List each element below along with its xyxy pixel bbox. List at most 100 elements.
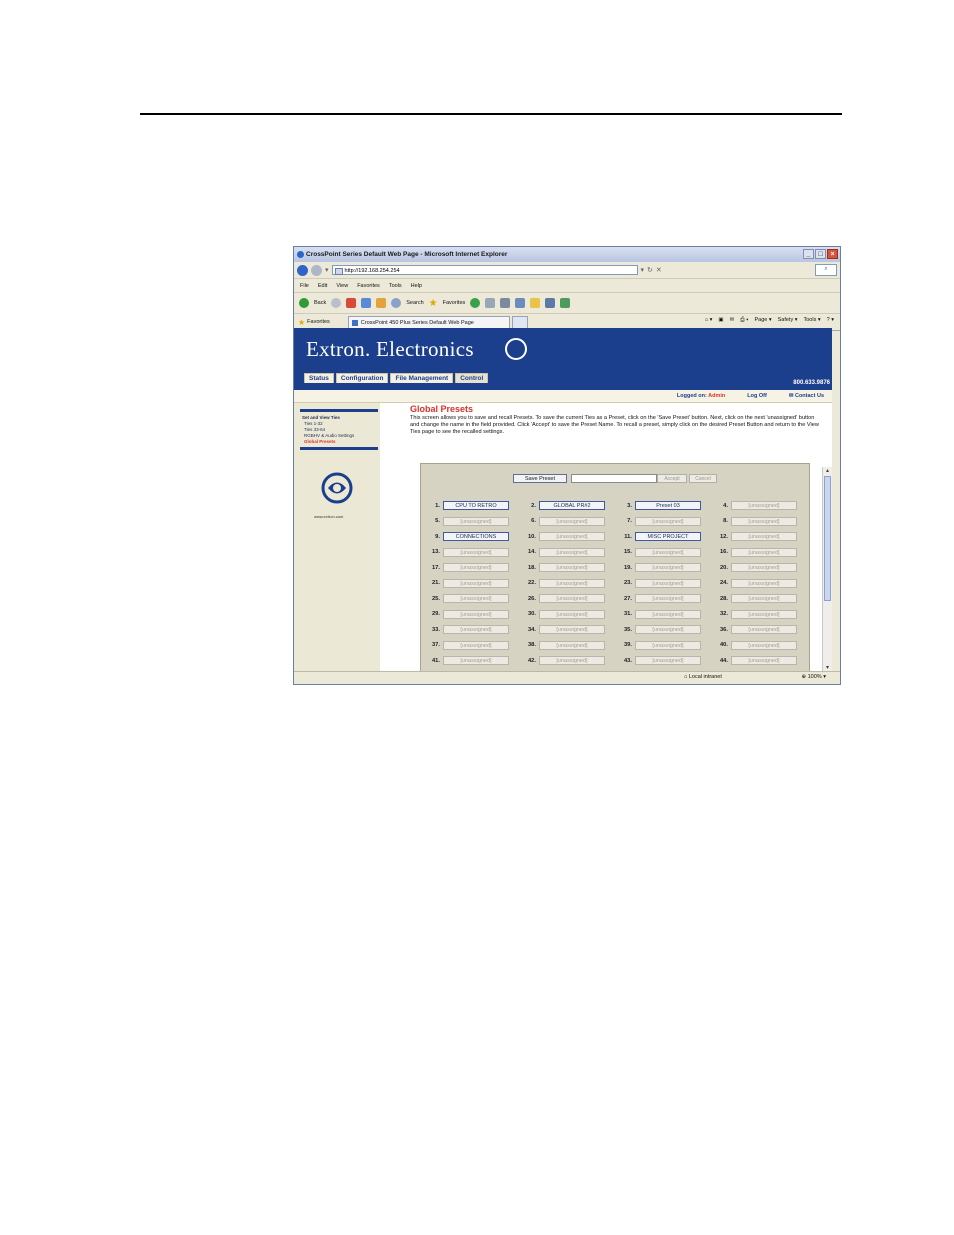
preset-button[interactable]: [unassigned] [443, 656, 509, 666]
preset-button[interactable]: [unassigned] [731, 547, 797, 557]
minimize-icon[interactable]: _ [803, 249, 814, 259]
preset-button[interactable]: [unassigned] [539, 609, 605, 619]
preset-button[interactable]: CONNECTIONS [443, 532, 509, 542]
preset-button[interactable]: Preset 03 [635, 501, 701, 511]
browser-tab[interactable]: CrossPoint 450 Plus Series Default Web P… [347, 315, 510, 329]
tab-configuration[interactable]: Configuration [335, 373, 389, 383]
preset-button[interactable]: [unassigned] [539, 656, 605, 666]
search-icon[interactable] [391, 298, 402, 308]
preset-button[interactable]: [unassigned] [731, 594, 797, 604]
preset-button[interactable]: [unassigned] [731, 640, 797, 650]
command-tools[interactable]: Tools ▾ [804, 317, 821, 324]
address-dropdown-icon[interactable]: ▾ [641, 266, 645, 274]
tab-status[interactable]: Status [304, 373, 334, 383]
tab-file-management[interactable]: File Management [390, 373, 454, 383]
preset-button[interactable]: [unassigned] [539, 516, 605, 526]
preset-button[interactable]: [unassigned] [635, 609, 701, 619]
command-safety[interactable]: Safety ▾ [778, 317, 798, 324]
scroll-up-icon[interactable]: ▴ [823, 467, 832, 475]
back-arrow-icon[interactable] [297, 264, 308, 276]
log-off-link[interactable]: Log Off [747, 393, 767, 399]
forward-arrow-icon[interactable] [311, 264, 322, 276]
zoom-level[interactable]: ⊕ 100% ▾ [801, 674, 826, 680]
home-icon[interactable] [376, 298, 387, 308]
preset-button[interactable]: [unassigned] [731, 532, 797, 542]
favorites-center-icon[interactable]: ★ [298, 318, 305, 327]
address-input[interactable]: http://192.168.254.254 [331, 265, 638, 275]
new-tab-button[interactable] [511, 315, 528, 329]
preset-button[interactable]: [unassigned] [635, 640, 701, 650]
menu-view[interactable]: View [336, 283, 348, 289]
forward-button-icon[interactable] [331, 298, 342, 308]
preset-button[interactable]: [unassigned] [731, 656, 797, 666]
preset-button[interactable]: GLOBAL PR#2 [539, 501, 605, 511]
preset-button[interactable]: [unassigned] [443, 516, 509, 526]
preset-button[interactable]: [unassigned] [731, 516, 797, 526]
mail-icon[interactable] [485, 298, 496, 308]
maximize-icon[interactable]: □ [815, 249, 826, 259]
menu-edit[interactable]: Edit [318, 283, 327, 289]
print-icon[interactable] [500, 298, 511, 308]
preset-button[interactable]: [unassigned] [635, 563, 701, 573]
preset-name-input[interactable] [571, 474, 657, 483]
search-button-label[interactable]: Search [406, 300, 423, 306]
preset-button[interactable]: [unassigned] [539, 563, 605, 573]
preset-button[interactable]: [unassigned] [635, 516, 701, 526]
preset-button[interactable]: [unassigned] [635, 578, 701, 588]
save-preset-button[interactable]: Save Preset [513, 474, 567, 483]
favorites-button-label[interactable]: Favorites [443, 300, 466, 306]
preset-button[interactable]: [unassigned] [443, 625, 509, 635]
preset-button[interactable]: [unassigned] [731, 609, 797, 619]
research-icon[interactable] [545, 298, 556, 308]
vertical-scrollbar[interactable]: ▴ ▾ [822, 467, 832, 672]
preset-button[interactable]: [unassigned] [731, 625, 797, 635]
preset-button[interactable]: [unassigned] [539, 532, 605, 542]
command-mail-icon[interactable]: ✉ [730, 317, 735, 324]
preset-button[interactable]: [unassigned] [731, 578, 797, 588]
search-input[interactable]: ⌕ [815, 264, 837, 276]
back-button-icon[interactable] [299, 298, 309, 308]
refresh-button-icon[interactable] [361, 298, 372, 308]
preset-button[interactable]: CPU TO RETRO [443, 501, 509, 511]
accept-button[interactable]: Accept [657, 474, 687, 483]
command-feeds-icon[interactable]: ▣ [718, 317, 723, 324]
cancel-button[interactable]: Cancel [689, 474, 717, 483]
menu-help[interactable]: Help [411, 283, 422, 289]
refresh-icon[interactable]: ↻ [647, 266, 653, 274]
sidebar-item-ties-33-64[interactable]: Ties 33-64 [304, 427, 325, 432]
preset-button[interactable]: [unassigned] [539, 640, 605, 650]
tab-control[interactable]: Control [455, 373, 489, 383]
command-help[interactable]: ? ▾ [827, 317, 834, 324]
preset-button[interactable]: MISC PROJECT [635, 532, 701, 542]
preset-button[interactable]: [unassigned] [635, 594, 701, 604]
history-dropdown-icon[interactable]: ▾ [325, 266, 329, 274]
preset-button[interactable]: [unassigned] [731, 563, 797, 573]
preset-button[interactable]: [unassigned] [443, 640, 509, 650]
preset-button[interactable]: [unassigned] [443, 547, 509, 557]
stop-icon[interactable]: ✕ [656, 266, 662, 274]
command-page[interactable]: Page ▾ [754, 317, 771, 324]
preset-button[interactable]: [unassigned] [443, 578, 509, 588]
contact-us-link[interactable]: ✉ Contact Us [789, 393, 824, 399]
menu-favorites[interactable]: Favorites [357, 283, 380, 289]
favorites-label[interactable]: Favorites [307, 319, 330, 325]
command-home-icon[interactable]: ⌂ ▾ [705, 317, 713, 324]
scroll-thumb[interactable] [824, 476, 831, 601]
edit-icon[interactable] [515, 298, 526, 308]
favorites-star-icon[interactable]: ★ [429, 298, 438, 309]
stop-button-icon[interactable] [346, 298, 357, 308]
history-icon[interactable] [470, 298, 481, 308]
preset-button[interactable]: [unassigned] [443, 563, 509, 573]
command-print-icon[interactable]: ⎙ ▾ [740, 317, 748, 324]
preset-button[interactable]: [unassigned] [539, 625, 605, 635]
preset-button[interactable]: [unassigned] [443, 594, 509, 604]
preset-button[interactable]: [unassigned] [539, 594, 605, 604]
sidebar-item-global-presets[interactable]: Global Presets [304, 439, 336, 444]
back-button-label[interactable]: Back [314, 300, 326, 306]
close-icon[interactable]: × [827, 249, 838, 259]
preset-button[interactable]: [unassigned] [635, 547, 701, 557]
preset-button[interactable]: [unassigned] [635, 656, 701, 666]
preset-button[interactable]: [unassigned] [731, 501, 797, 511]
menu-tools[interactable]: Tools [389, 283, 402, 289]
preset-button[interactable]: [unassigned] [539, 547, 605, 557]
